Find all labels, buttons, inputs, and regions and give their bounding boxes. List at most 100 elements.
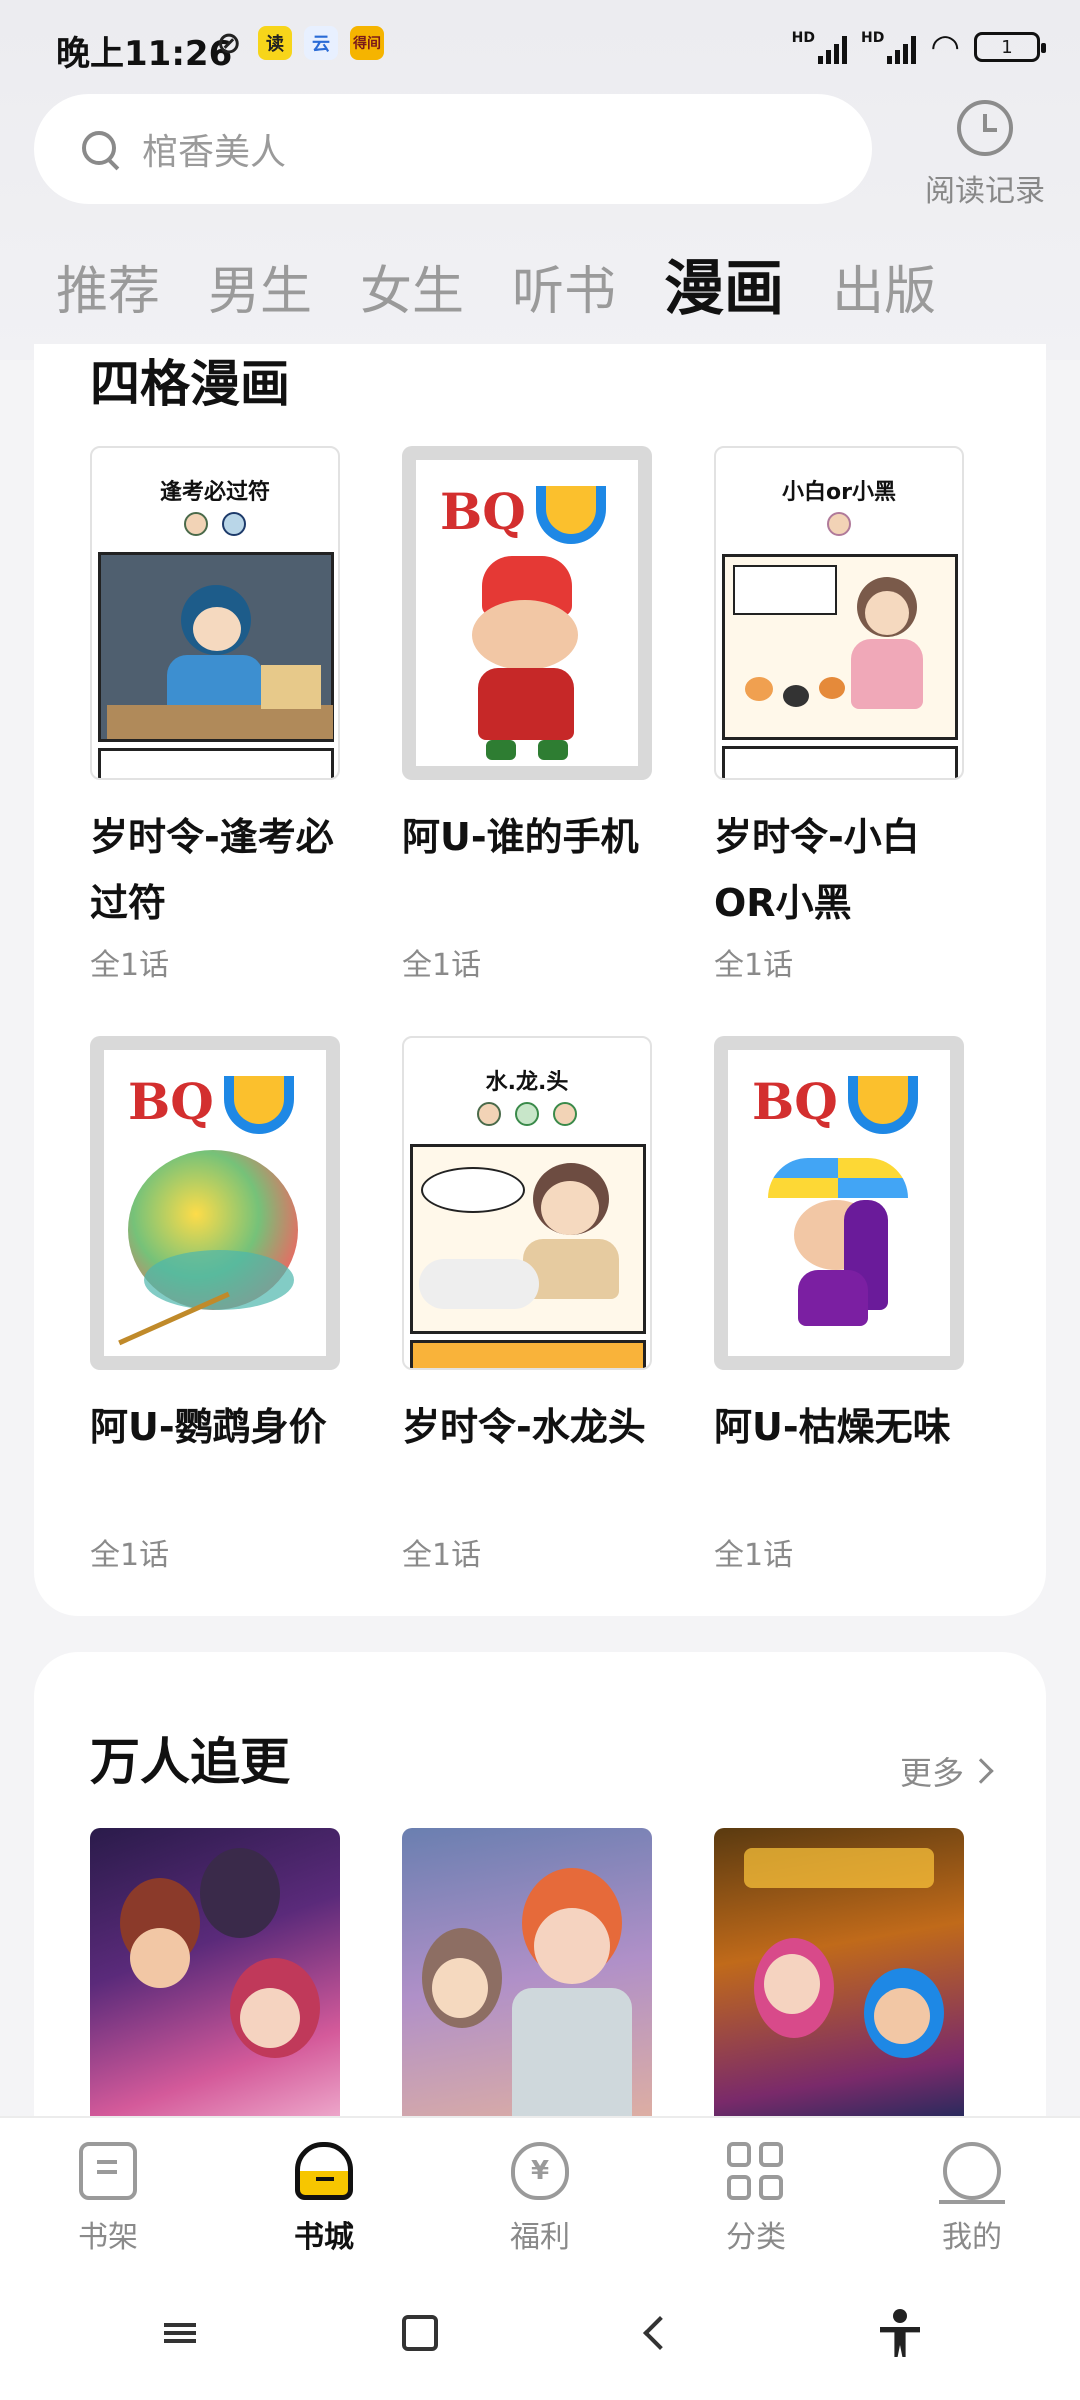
- nav-label: 福利: [510, 2220, 570, 2255]
- clock-icon: [957, 100, 1013, 156]
- reading-history-label: 阅读记录: [925, 174, 1045, 209]
- nav-welfare[interactable]: 福利: [432, 2118, 648, 2266]
- comic-title: 岁时令-逢考必过符: [90, 815, 334, 925]
- cover-panel: [98, 552, 334, 742]
- comic-cover: BQ: [402, 446, 652, 780]
- battery-icon: 1: [974, 32, 1046, 62]
- comic-chapter-count: 全1话: [402, 1538, 482, 1573]
- cover-panel: [410, 1144, 646, 1334]
- mute-icon: ⊘: [216, 25, 242, 61]
- accessibility-icon[interactable]: [870, 2303, 930, 2363]
- status-system-icons: HD HD ◠ 1: [792, 27, 1046, 67]
- tab-audiobook[interactable]: 听书: [512, 249, 616, 324]
- cover-characters: [92, 512, 338, 536]
- logo-u-mark: [536, 486, 606, 544]
- logo-u-mark: [848, 1076, 918, 1134]
- nav-bookstore[interactable]: 书城: [216, 2118, 432, 2266]
- section-title: 四格漫画: [90, 355, 290, 413]
- nav-label: 我的: [942, 2220, 1002, 2255]
- popular-grid: [90, 1828, 964, 2128]
- comic-book-card[interactable]: 水.龙.头 岁时令-水龙头 全1话: [402, 1036, 652, 1574]
- cover-characters: [404, 1102, 650, 1126]
- comic-book-card[interactable]: 小白or小黑 岁时令-小白OR小黑 全1话: [714, 446, 964, 984]
- nav-category[interactable]: 分类: [648, 2118, 864, 2266]
- comic-chapter-count: 全1话: [714, 1538, 794, 1573]
- comic-book-card[interactable]: BQ 阿U-谁的手机 全1话: [402, 446, 652, 984]
- tab-female[interactable]: 女生: [360, 249, 464, 324]
- comic-title: 阿U-鹦鹉身价: [90, 1405, 327, 1449]
- comic-cover: 水.龙.头: [402, 1036, 652, 1370]
- popular-comic-cover[interactable]: [402, 1828, 652, 2128]
- cover-caption: 水.龙.头: [485, 1070, 569, 1095]
- cover-caption: 逢考必过符: [159, 480, 270, 505]
- comic-cover: 小白or小黑: [714, 446, 964, 780]
- menu-icon[interactable]: [150, 2303, 210, 2363]
- tab-publishing[interactable]: 出版: [832, 249, 936, 324]
- reading-history-button[interactable]: 阅读记录: [910, 100, 1060, 210]
- chevron-right-icon: [968, 1758, 994, 1784]
- comic-grid: 逢考必过符 岁时令-逢考必过符 全1话 BQ 阿U-谁的手机 全1话 小白or小…: [90, 446, 964, 1574]
- cover-panel: [722, 746, 958, 778]
- nav-label: 分类: [726, 2220, 786, 2255]
- cover-panel: [98, 748, 334, 778]
- logo-u-mark: [224, 1076, 294, 1134]
- bookstore-icon: [295, 2142, 353, 2200]
- popular-comic-cover[interactable]: [714, 1828, 964, 2128]
- signal-icon-2: HD: [861, 30, 917, 64]
- popular-comic-cover[interactable]: [90, 1828, 340, 2128]
- comic-chapter-count: 全1话: [90, 1538, 170, 1573]
- more-label: 更多: [899, 1754, 964, 1792]
- comic-title: 阿U-谁的手机: [402, 815, 639, 859]
- profile-icon: [939, 2142, 1005, 2204]
- comic-chapter-count: 全1话: [714, 948, 794, 983]
- search-icon: [80, 129, 120, 169]
- home-icon[interactable]: [390, 2303, 450, 2363]
- cover-panel: [410, 1340, 646, 1368]
- comic-book-card[interactable]: 逢考必过符 岁时令-逢考必过符 全1话: [90, 446, 340, 984]
- signal-icon: HD: [792, 30, 847, 64]
- comic-book-card[interactable]: BQ 阿U-枯燥无味 全1话: [714, 1036, 964, 1574]
- welfare-icon: [511, 2142, 569, 2200]
- comic-cover: BQ: [90, 1036, 340, 1370]
- back-icon[interactable]: [630, 2303, 690, 2363]
- comic-chapter-count: 全1话: [90, 948, 170, 983]
- tab-recommend[interactable]: 推荐: [56, 249, 160, 324]
- search-placeholder: 棺香美人: [142, 132, 287, 173]
- cloud-app-icon: 云: [304, 26, 338, 60]
- system-navigation-bar: [0, 2266, 1080, 2400]
- nav-label: 书城: [294, 2220, 354, 2255]
- comic-chapter-count: 全1话: [402, 948, 482, 983]
- battery-level: 1: [1001, 36, 1013, 58]
- comic-cover: 逢考必过符: [90, 446, 340, 780]
- category-icon: [727, 2142, 785, 2200]
- comic-book-card[interactable]: BQ 阿U-鹦鹉身价 全1话: [90, 1036, 340, 1574]
- section-title: 万人追更: [90, 1733, 290, 1791]
- tab-male[interactable]: 男生: [208, 249, 312, 324]
- logo-image: BQ: [752, 1072, 838, 1131]
- cover-panel: [722, 554, 958, 740]
- nav-bookshelf[interactable]: 书架: [0, 2118, 216, 2266]
- cover-caption: 小白or小黑: [782, 480, 896, 505]
- four-panel-comics-section: 四格漫画 逢考必过符 岁时令-逢考必过符 全1话 BQ 阿U-谁的手机 全1话 …: [34, 344, 1046, 1616]
- comic-title: 阿U-枯燥无味: [714, 1405, 951, 1449]
- logo-image: BQ: [128, 1072, 214, 1131]
- status-time: 晚上11:26: [56, 34, 233, 74]
- status-bar: 晚上11:26 ⊘ 读 云 得间 HD HD ◠ 1: [0, 0, 1080, 96]
- logo-image: BQ: [440, 482, 526, 541]
- bookshelf-icon: [79, 2142, 137, 2200]
- comic-title: 岁时令-水龙头: [402, 1405, 646, 1449]
- comic-title: 岁时令-小白OR小黑: [714, 815, 920, 925]
- search-input[interactable]: 棺香美人: [34, 94, 872, 204]
- wifi-icon: ◠: [930, 27, 960, 67]
- popular-section: 万人追更 更多: [34, 1652, 1046, 2172]
- bottom-navigation: 书架 书城 福利 分类 我的: [0, 2116, 1080, 2266]
- read-app-icon: 读: [258, 26, 292, 60]
- tab-comics[interactable]: 漫画: [664, 240, 784, 327]
- comic-cover: BQ: [714, 1036, 964, 1370]
- nav-profile[interactable]: 我的: [864, 2118, 1080, 2266]
- status-notification-icons: ⊘ 读 云 得间: [212, 25, 384, 61]
- more-button[interactable]: 更多: [899, 1748, 994, 1794]
- nav-label: 书架: [78, 2220, 138, 2255]
- cover-characters: [716, 512, 962, 536]
- category-tabs: 推荐 男生 女生 听书 漫画 出版: [56, 240, 936, 327]
